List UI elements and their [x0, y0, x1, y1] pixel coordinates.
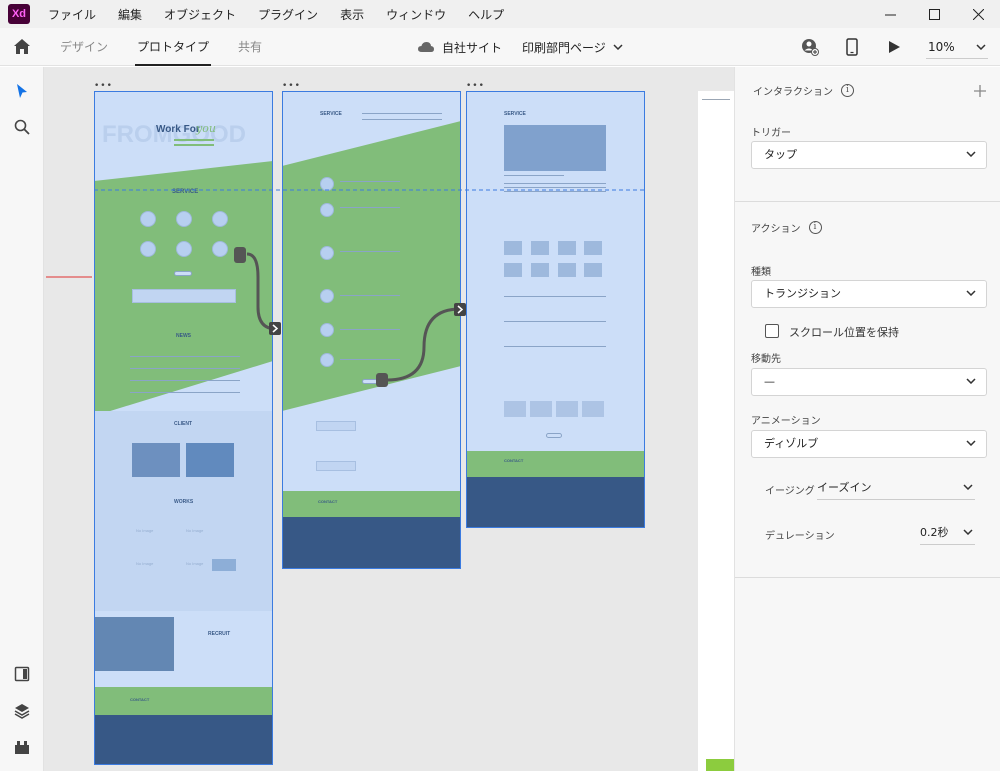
menu-items: ファイル 編集 オブジェクト プラグイン 表示 ウィンドウ ヘルプ	[48, 6, 526, 23]
plugin-icon	[15, 741, 29, 754]
trigger-select[interactable]: タップ	[751, 141, 987, 169]
chevron-down-icon	[966, 151, 976, 157]
document-title[interactable]: 自社サイト 印刷部門ページ	[418, 28, 623, 66]
easing-select[interactable]: イーズイン	[817, 476, 975, 500]
menu-file[interactable]: ファイル	[48, 6, 96, 23]
tab-share[interactable]: 共有	[238, 28, 262, 66]
phone-icon	[846, 38, 858, 56]
canvas[interactable]: ••• FROMGOOD Work For you SERVICE NEWS C…	[44, 67, 734, 771]
chevron-down-icon	[963, 484, 973, 490]
interaction-title: インタラクション	[753, 87, 833, 98]
preserve-scroll-checkbox[interactable]	[765, 324, 779, 338]
animation-value: ディゾルブ	[764, 437, 819, 450]
play-preview-button[interactable]	[884, 37, 904, 57]
invite-user-button[interactable]	[800, 37, 820, 57]
home-icon	[14, 39, 30, 54]
search-icon	[14, 119, 30, 135]
mode-tabs: デザイン プロトタイプ 共有	[60, 28, 291, 66]
tool-rail	[0, 67, 44, 771]
interaction-heading: インタラクション i	[753, 83, 854, 98]
preserve-scroll-label: スクロール位置を保持	[789, 326, 899, 339]
menu-window[interactable]: ウィンドウ	[386, 6, 446, 23]
zoom-select[interactable]: 10%	[926, 35, 988, 59]
chevron-down-icon	[963, 529, 973, 535]
animation-select[interactable]: ディゾルブ	[751, 430, 987, 458]
select-tool[interactable]	[12, 81, 32, 101]
toolbar: デザイン プロトタイプ 共有 自社サイト 印刷部門ページ 10%	[0, 28, 1000, 66]
chevron-down-icon	[966, 290, 976, 296]
document-assets-button[interactable]	[12, 664, 32, 684]
close-button[interactable]	[956, 0, 1000, 28]
info-icon[interactable]: i	[841, 84, 854, 97]
project-name: 自社サイト	[442, 40, 503, 55]
page-name: 印刷部門ページ	[522, 40, 606, 55]
maximize-button[interactable]	[912, 0, 956, 28]
chevron-down-icon	[966, 440, 976, 446]
pointer-icon	[17, 84, 27, 98]
chevron-down-icon	[966, 378, 976, 384]
destination-value: —	[764, 375, 775, 388]
zoom-value: 10%	[928, 39, 955, 54]
menu-help[interactable]: ヘルプ	[468, 6, 504, 23]
destination-label: 移動先	[751, 354, 781, 365]
easing-label: イージング	[765, 486, 815, 497]
tab-prototype[interactable]: プロトタイプ	[135, 28, 212, 66]
menu-plugins[interactable]: プラグイン	[258, 6, 318, 23]
menu-edit[interactable]: 編集	[118, 6, 142, 23]
minimize-button[interactable]	[868, 0, 912, 28]
library-icon	[14, 666, 30, 682]
duration-label: デュレーション	[765, 531, 835, 542]
add-interaction-button[interactable]	[974, 81, 986, 102]
layers-button[interactable]	[12, 701, 32, 721]
type-label: 種類	[751, 267, 771, 278]
plus-icon	[974, 85, 986, 97]
cloud-icon	[418, 41, 434, 52]
zoom-tool[interactable]	[12, 117, 32, 137]
action-heading: アクション i	[751, 220, 822, 235]
menu-view[interactable]: 表示	[340, 6, 364, 23]
action-type-value: トランジション	[764, 287, 841, 300]
layers-icon	[14, 704, 30, 719]
minimize-icon	[884, 14, 896, 15]
prototype-wires	[46, 189, 645, 382]
trigger-label: トリガー	[751, 128, 791, 139]
menu-object[interactable]: オブジェクト	[164, 6, 236, 23]
action-title: アクション	[751, 224, 801, 235]
play-icon	[889, 41, 900, 53]
user-add-icon	[802, 39, 819, 56]
xd-logo: Xd	[8, 4, 30, 24]
tab-design[interactable]: デザイン	[60, 28, 108, 66]
maximize-icon	[928, 8, 940, 20]
trigger-value: タップ	[764, 148, 797, 161]
easing-value: イーズイン	[817, 481, 872, 494]
chevron-right-icon	[457, 305, 464, 314]
wire-arrow-handle[interactable]	[269, 322, 281, 335]
action-type-select[interactable]: トランジション	[751, 280, 987, 308]
window-controls	[868, 0, 1000, 28]
duration-select[interactable]: 0.2秒	[920, 521, 975, 545]
wire-arrow-handle[interactable]	[454, 303, 466, 316]
close-icon	[972, 8, 984, 20]
duration-value: 0.2秒	[920, 526, 949, 539]
chevron-down-icon	[976, 43, 986, 50]
menu-bar: Xd ファイル 編集 オブジェクト プラグイン 表示 ウィンドウ ヘルプ	[0, 0, 1000, 28]
chevron-right-icon	[272, 324, 279, 333]
wire-connector-handle[interactable]	[234, 247, 246, 263]
home-button[interactable]	[12, 37, 32, 57]
property-inspector: インタラクション i トリガー タップ アクション i 種類 トランジション ス…	[734, 67, 1000, 771]
device-preview-button[interactable]	[842, 37, 862, 57]
info-icon[interactable]: i	[808, 221, 822, 234]
plugins-button[interactable]	[12, 737, 32, 757]
right-tools: 10%	[800, 28, 1000, 66]
chevron-down-icon	[613, 44, 623, 50]
destination-select[interactable]: —	[751, 368, 987, 396]
animation-label: アニメーション	[751, 416, 821, 427]
wire-connector-handle[interactable]	[376, 373, 388, 387]
